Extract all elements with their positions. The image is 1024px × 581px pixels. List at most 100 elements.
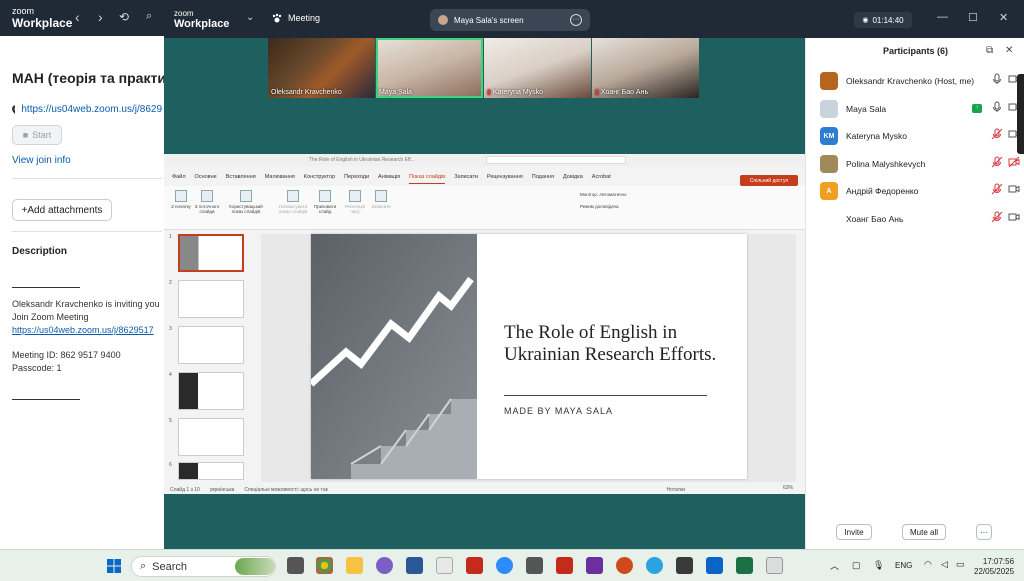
ppt-tab[interactable]: Подання xyxy=(532,174,554,184)
slide-thumbnail[interactable] xyxy=(178,372,244,410)
participant-row[interactable]: Polina Malyshkevych xyxy=(820,154,1020,174)
ribbon-from-current[interactable]: З поточного слайда xyxy=(194,190,220,214)
slide-thumbnail[interactable] xyxy=(178,234,244,272)
camera-icon[interactable] xyxy=(1003,210,1020,228)
ppt-share-button[interactable]: Спільний доступ xyxy=(740,175,798,186)
battery-icon[interactable]: ▭ xyxy=(956,559,965,570)
ribbon-custom-show[interactable]: Користувацький показ слайдів xyxy=(226,190,266,214)
wifi-icon[interactable]: ◠ xyxy=(924,559,932,570)
close-icon[interactable]: ✕ xyxy=(1005,45,1013,56)
tray-icon[interactable]: ▢ xyxy=(852,560,861,571)
app-icon[interactable] xyxy=(766,557,783,574)
volume-icon[interactable]: ◁ xyxy=(941,559,948,570)
microphone-icon[interactable]: 🎙 xyxy=(873,560,884,571)
app-icon[interactable] xyxy=(616,557,633,574)
participant-row[interactable]: KM Kateryna Mysko xyxy=(820,126,1020,146)
camera-off-icon[interactable] xyxy=(1003,155,1020,173)
start-button[interactable]: ■ Start xyxy=(12,125,62,145)
slide-thumbnail[interactable] xyxy=(178,280,244,318)
more-options-icon[interactable]: ··· xyxy=(570,14,582,26)
floating-toolbar-edge[interactable] xyxy=(1017,74,1024,154)
maximize-icon[interactable]: ☐ xyxy=(968,11,978,24)
ribbon-presenter-view[interactable]: Режим доповідача xyxy=(580,204,650,209)
video-tile-active-speaker[interactable]: Maya Sala xyxy=(376,38,483,98)
clock[interactable]: 17:07:56 22/05/2025 xyxy=(974,557,1014,577)
ppt-tab[interactable]: Acrobat xyxy=(592,174,611,184)
meeting-link-text[interactable]: https://us04web.zoom.us/j/8629 xyxy=(21,104,162,115)
status-accessibility[interactable]: Спеціальні можливості: щось не так xyxy=(244,487,327,493)
taskbar-search[interactable]: ⌕ Search xyxy=(131,556,276,577)
ribbon-from-start[interactable]: З початку xyxy=(168,190,194,209)
view-join-info-link[interactable]: View join info xyxy=(12,155,162,166)
ppt-tab[interactable]: Рецензування xyxy=(487,174,523,184)
windows-start-icon[interactable] xyxy=(107,559,121,573)
ribbon-monitor[interactable]: Монітор: Автоматично xyxy=(580,192,670,197)
chevron-up-icon[interactable]: ︿ xyxy=(830,559,839,572)
chrome-icon[interactable] xyxy=(316,557,333,574)
slide-subtitle[interactable]: MADE BY MAYA SALA xyxy=(504,406,613,416)
mute-all-button[interactable]: Mute all xyxy=(902,524,946,540)
video-tile[interactable]: ▮ Kateryna Mysko xyxy=(484,38,591,98)
slide-thumbnail[interactable] xyxy=(178,462,244,480)
ppt-search-box[interactable] xyxy=(486,156,626,164)
slide-thumbnail[interactable] xyxy=(178,418,244,456)
ppt-tab[interactable]: Переходи xyxy=(344,174,369,184)
notepad-icon[interactable] xyxy=(436,557,453,574)
slide-title[interactable]: The Role of English in Ukrainian Researc… xyxy=(504,322,734,366)
keyboard-language[interactable]: ENG xyxy=(895,561,912,570)
ppt-tab[interactable]: Малювання xyxy=(265,174,295,184)
close-icon[interactable]: ✕ xyxy=(999,11,1008,24)
zoom-icon[interactable] xyxy=(496,557,513,574)
meeting-tab[interactable]: Meeting xyxy=(272,13,320,23)
mic-icon[interactable] xyxy=(986,72,1003,90)
invite-button[interactable]: Invite xyxy=(836,524,872,540)
participant-row[interactable]: Oleksandr Kravchenko (Host, me) xyxy=(820,71,1020,91)
viber-icon[interactable] xyxy=(376,557,393,574)
more-button[interactable]: ··· xyxy=(976,524,992,540)
ppt-tab[interactable]: Конструктор xyxy=(304,174,335,184)
ribbon-record[interactable]: Записати xyxy=(368,190,394,209)
app-icon[interactable] xyxy=(676,557,693,574)
status-notes[interactable]: Нотатки xyxy=(667,487,685,493)
back-arrow-icon[interactable]: ‹ xyxy=(75,9,80,25)
outlook-icon[interactable] xyxy=(706,557,723,574)
ppt-tab[interactable]: Вставлення xyxy=(226,174,256,184)
telegram-icon[interactable] xyxy=(646,557,663,574)
ppt-tab[interactable]: Анімація xyxy=(378,174,400,184)
participant-row[interactable]: A Андрій Федоренко xyxy=(820,181,1020,201)
mic-muted-icon[interactable] xyxy=(986,127,1003,145)
video-tile[interactable]: Oleksandr Kravchenko xyxy=(268,38,375,98)
mic-muted-icon[interactable] xyxy=(986,182,1003,200)
meeting-link[interactable]: https://us04web.zoom.us/j/8629 xyxy=(12,104,162,115)
ribbon-setup-show[interactable]: Налаштувати показ слайдів xyxy=(276,190,310,214)
ppt-tab[interactable]: Файл xyxy=(172,174,186,184)
popout-icon[interactable]: ⧉ xyxy=(986,45,993,56)
mic-muted-icon[interactable] xyxy=(986,155,1003,173)
ppt-tab[interactable]: Основне xyxy=(195,174,217,184)
calculator-icon[interactable] xyxy=(526,557,543,574)
ppt-tab[interactable]: Показ слайдів xyxy=(409,174,446,184)
excel-icon[interactable] xyxy=(736,557,753,574)
ribbon-hide-slide[interactable]: Приховати слайд xyxy=(312,190,338,214)
chevron-down-icon[interactable]: ⌄ xyxy=(246,12,254,23)
ppt-tab[interactable]: Записати xyxy=(454,174,478,184)
video-tile[interactable]: ▮ Хоанг Бао Ань xyxy=(592,38,699,98)
mic-muted-icon[interactable] xyxy=(986,210,1003,228)
forward-arrow-icon[interactable]: › xyxy=(98,9,103,25)
participant-row[interactable]: Maya Sala ↑ xyxy=(820,99,1020,119)
ribbon-rehearse[interactable]: Репетиція часу xyxy=(342,190,368,214)
app-icon[interactable] xyxy=(586,557,603,574)
camera-icon[interactable] xyxy=(1003,182,1020,200)
word-icon[interactable] xyxy=(406,557,423,574)
task-view-icon[interactable] xyxy=(287,557,304,574)
app-icon[interactable] xyxy=(556,557,573,574)
search-icon[interactable]: ⌕ xyxy=(146,10,152,23)
ppt-tab[interactable]: Довідка xyxy=(563,174,583,184)
mic-icon[interactable] xyxy=(986,100,1003,118)
file-explorer-icon[interactable] xyxy=(346,557,363,574)
add-attachments-button[interactable]: +Add attachments xyxy=(12,199,112,221)
participant-row[interactable]: Хоанг Бао Ань xyxy=(820,209,1020,229)
slide-thumbnail[interactable] xyxy=(178,326,244,364)
zoom-level[interactable]: 63% xyxy=(783,485,793,491)
minimize-icon[interactable]: — xyxy=(937,11,948,23)
